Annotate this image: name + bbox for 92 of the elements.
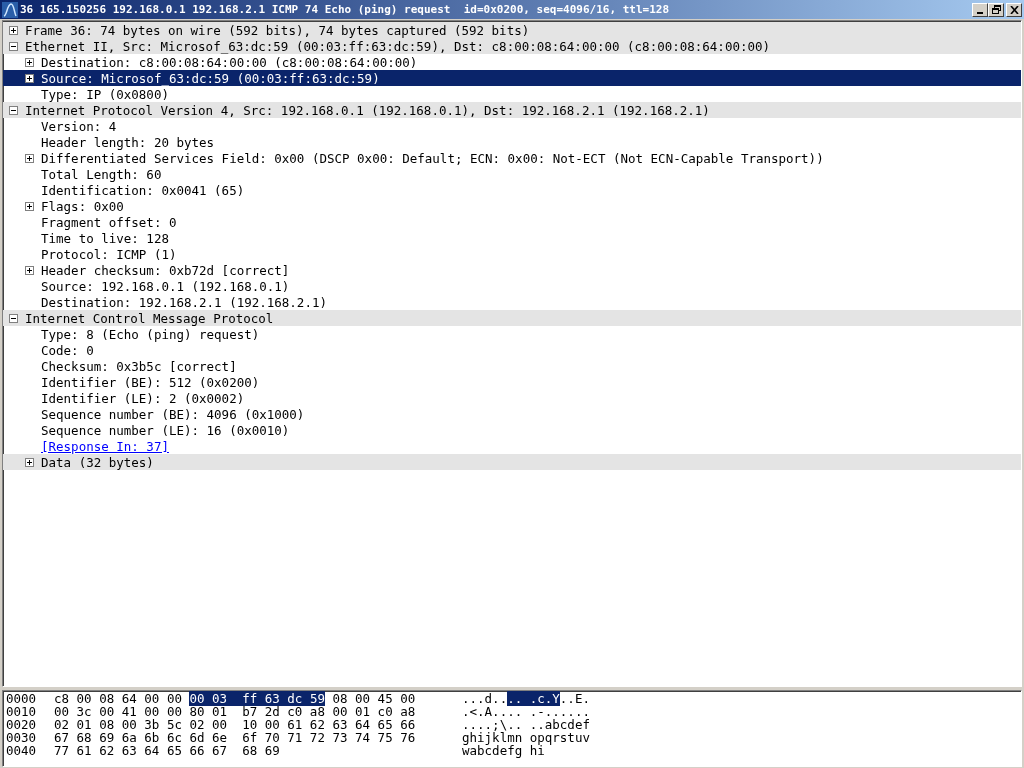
tree-row[interactable]: Frame 36: 74 bytes on wire (592 bits), 74 bytes captured (592 bits) xyxy=(3,22,1021,38)
hex-bytes: 77 61 62 63 64 65 66 67 68 69 xyxy=(54,743,280,758)
close-button[interactable] xyxy=(1006,2,1022,17)
tree-item-label: Protocol: ICMP (1) xyxy=(41,246,177,262)
ascii-bytes: .. .c.Y xyxy=(507,691,560,706)
tree-row[interactable]: [Response In: 37] xyxy=(3,438,1021,454)
tree-row[interactable]: Internet Control Message Protocol xyxy=(3,310,1021,326)
byte-offset: 0010 xyxy=(6,705,38,718)
ascii-bytes: wabcdefg hi xyxy=(462,743,545,758)
collapse-icon[interactable] xyxy=(9,105,18,115)
ascii-bytes: .<.A.... .-...... xyxy=(462,704,590,719)
byte-offset: 0000 xyxy=(6,692,38,705)
tree-item-label: Sequence number (LE): 16 (0x0010) xyxy=(41,422,290,438)
tree-item-label: Total Length: 60 xyxy=(41,166,162,182)
tree-row[interactable]: Identification: 0x0041 (65) xyxy=(3,182,1021,198)
restore-button[interactable] xyxy=(988,2,1004,17)
hex-bytes: c8 00 08 64 00 00 xyxy=(54,691,183,706)
fin-icon xyxy=(2,1,18,18)
tree-item-label: Identifier (LE): 2 (0x0002) xyxy=(41,390,245,406)
tree-item-label: Type: 8 (Echo (ping) request) xyxy=(41,326,260,342)
ascii-bytes: ...d.. xyxy=(462,691,508,706)
tree-row[interactable]: Identifier (LE): 2 (0x0002) xyxy=(3,390,1021,406)
tree-item-label: Version: 4 xyxy=(41,118,117,134)
expand-icon[interactable] xyxy=(25,265,34,275)
tree-row[interactable]: Differentiated Services Field: 0x00 (DSCP 0x00: Default; ECN: 0x00: Not-ECT (Not ECN-Capable Transport)) xyxy=(3,150,1021,166)
tree-row[interactable]: Fragment offset: 0 xyxy=(3,214,1021,230)
tree-row[interactable]: Destination: c8:00:08:64:00:00 (c8:00:08:64:00:00) xyxy=(3,54,1021,70)
restore-icon xyxy=(991,5,1001,14)
expand-icon[interactable] xyxy=(25,201,34,211)
tree-row[interactable]: Ethernet II, Src: Microsof_63:dc:59 (00:03:ff:63:dc:59), Dst: c8:00:08:64:00:00 (c8:00:08:64:00:00) xyxy=(3,38,1021,54)
tree-item-label: Header checksum: 0xb72d [correct] xyxy=(41,262,290,278)
tree-item-label: Identification: 0x0041 (65) xyxy=(41,182,245,198)
window-title: 36 165.150256 192.168.0.1 192.168.2.1 ICMP 74 Echo (ping) request id=0x0200, seq=4096/16, ttl=128 xyxy=(20,3,670,16)
close-icon xyxy=(1009,5,1019,14)
byte-offset: 0040 xyxy=(6,744,38,757)
tree-item-label: Sequence number (BE): 4096 (0x1000) xyxy=(41,406,305,422)
tree-row[interactable]: Source: 192.168.0.1 (192.168.0.1) xyxy=(3,278,1021,294)
tree-item-label: Identifier (BE): 512 (0x0200) xyxy=(41,374,260,390)
tree-item-label: Destination: 192.168.2.1 (192.168.2.1) xyxy=(41,294,327,310)
tree-item-label: Ethernet II, Src: Microsof_63:dc:59 (00:03:ff:63:dc:59), Dst: c8:00:08:64:00:00 (c8:00:08:64:00:00) xyxy=(25,38,771,54)
tree-row[interactable]: Sequence number (LE): 16 (0x0010) xyxy=(3,422,1021,438)
expand-icon[interactable] xyxy=(25,153,34,163)
expand-icon[interactable] xyxy=(9,25,18,35)
tree-item-label: Internet Control Message Protocol xyxy=(25,310,274,326)
collapse-icon[interactable] xyxy=(9,41,18,51)
tree-row[interactable]: Code: 0 xyxy=(3,342,1021,358)
tree-item-label: Header length: 20 bytes xyxy=(41,134,215,150)
tree-item-label: Internet Protocol Version 4, Src: 192.168.0.1 (192.168.0.1), Dst: 192.168.2.1 (192.168.2.1) xyxy=(25,102,710,118)
expand-icon[interactable] xyxy=(25,457,34,467)
tree-row[interactable]: Identifier (BE): 512 (0x0200) xyxy=(3,374,1021,390)
tree-row[interactable]: Checksum: 0x3b5c [correct] xyxy=(3,358,1021,374)
tree-row[interactable]: Header checksum: 0xb72d [correct] xyxy=(3,262,1021,278)
tree-row[interactable]: Total Length: 60 xyxy=(3,166,1021,182)
tree-item-label: Code: 0 xyxy=(41,342,94,358)
expand-icon[interactable] xyxy=(25,57,34,67)
tree-row[interactable]: Sequence number (BE): 4096 (0x1000) xyxy=(3,406,1021,422)
tree-item-label: Time to live: 128 xyxy=(41,230,169,246)
tree-row[interactable]: Time to live: 128 xyxy=(3,230,1021,246)
minimize-button[interactable] xyxy=(972,2,988,17)
tree-row[interactable]: Flags: 0x00 xyxy=(3,198,1021,214)
tree-item-label: Type: IP (0x0800) xyxy=(41,86,169,102)
tree-row[interactable]: Destination: 192.168.2.1 (192.168.2.1) xyxy=(3,294,1021,310)
hex-bytes: 00 03 ff 63 dc 59 xyxy=(189,691,325,706)
tree-item-label: Checksum: 0x3b5c [correct] xyxy=(41,358,237,374)
tree-item-label: Fragment offset: 0 xyxy=(41,214,177,230)
hex-bytes: 67 68 69 6a 6b 6c 6d 6e 6f 70 71 72 73 74 75 76 xyxy=(54,730,416,745)
response-link[interactable]: [Response In: 37] xyxy=(41,438,169,454)
hex-bytes: 00 3c 00 41 00 00 80 01 b7 2d c0 a8 00 01 c0 a8 xyxy=(54,704,416,719)
tree-row[interactable]: Data (32 bytes) xyxy=(3,454,1021,470)
hex-bytes: 08 00 45 00 xyxy=(331,691,416,706)
tree-item-label: Data (32 bytes) xyxy=(41,454,154,470)
tree-item-label: Differentiated Services Field: 0x00 (DSCP 0x00: Default; ECN: 0x00: Not-ECT (Not ECN-Capable Transport)) xyxy=(41,150,824,166)
tree-item-label: Source: Microsof_63:dc:59 (00:03:ff:63:dc:59) xyxy=(41,70,380,86)
tree-item-label: Frame 36: 74 bytes on wire (592 bits), 74 bytes captured (592 bits) xyxy=(25,22,530,38)
byte-offset: 0020 xyxy=(6,718,38,731)
ascii-bytes: ghijklmn opqrstuv xyxy=(462,730,590,745)
hex-bytes: 02 01 08 00 3b 5c 02 00 10 00 61 62 63 64 65 66 xyxy=(54,717,416,732)
byte-offset: 0030 xyxy=(6,731,38,744)
tree-row[interactable]: Type: IP (0x0800) xyxy=(3,86,1021,102)
expand-icon[interactable] xyxy=(25,73,34,83)
tree-item-label: Source: 192.168.0.1 (192.168.0.1) xyxy=(41,278,290,294)
tree-row[interactable]: Source: Microsof_63:dc:59 (00:03:ff:63:dc:59) xyxy=(3,70,1021,86)
tree-row[interactable]: Header length: 20 bytes xyxy=(3,134,1021,150)
tree-row[interactable]: Type: 8 (Echo (ping) request) xyxy=(3,326,1021,342)
tree-item-label: Destination: c8:00:08:64:00:00 (c8:00:08:64:00:00) xyxy=(41,54,418,70)
ascii-bytes: ....;\.. ..abcdef xyxy=(462,717,590,732)
collapse-icon[interactable] xyxy=(9,313,18,323)
tree-item-label: Flags: 0x00 xyxy=(41,198,124,214)
tree-row[interactable]: Version: 4 xyxy=(3,118,1021,134)
tree-row[interactable]: Protocol: ICMP (1) xyxy=(3,246,1021,262)
minimize-icon xyxy=(977,11,983,14)
tree-row[interactable]: Internet Protocol Version 4, Src: 192.168.0.1 (192.168.0.1), Dst: 192.168.2.1 (192.168.2.1) xyxy=(3,102,1021,118)
